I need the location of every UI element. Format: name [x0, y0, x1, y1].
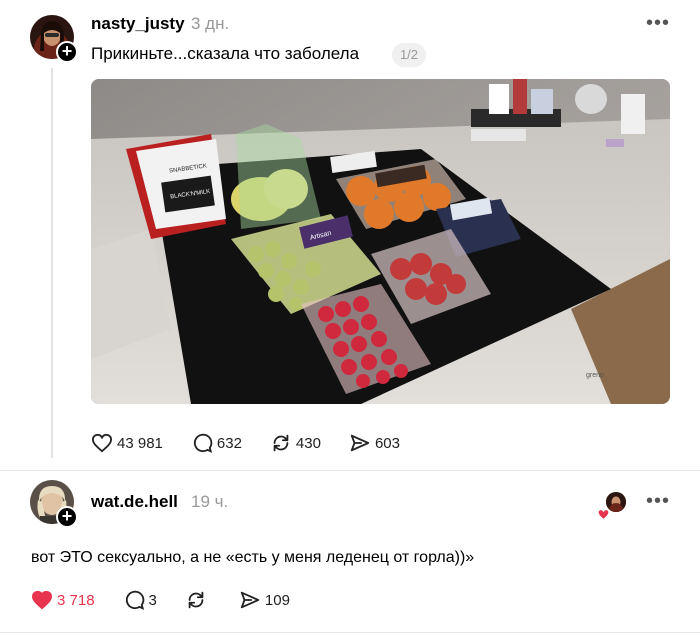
reply-shares-count: 109 — [264, 591, 290, 609]
more-options-icon[interactable]: ••• — [646, 12, 670, 35]
likes-count: 43 981 — [117, 434, 163, 452]
speech-bubble-icon — [193, 433, 213, 453]
reply-share-button[interactable]: 109 — [239, 589, 290, 611]
repost-arrows-icon — [273, 434, 289, 452]
post-time: 3 дн. — [191, 14, 230, 33]
stove-brand: greno — [586, 372, 604, 379]
reply-text: вот ЭТО сексуально, а не «есть у меня ле… — [31, 549, 475, 566]
reply-like-button[interactable]: 3 718 — [31, 590, 95, 610]
reply-more-options-icon[interactable]: ••• — [646, 490, 670, 513]
reposts-count: 430 — [295, 434, 321, 452]
bottom-divider — [0, 632, 700, 633]
comment-button[interactable]: 632 — [191, 432, 242, 454]
shares-count: 603 — [374, 434, 400, 452]
send-arrow-icon — [240, 591, 260, 609]
send-arrow-icon — [350, 434, 370, 452]
liked-heart-icon — [597, 509, 610, 521]
reply-repost-button[interactable] — [185, 589, 211, 611]
reply-follow-plus-icon[interactable]: + — [56, 506, 78, 528]
post-photo[interactable]: SNABBETICK BLACK'N'MILK Artisan greno — [91, 79, 670, 404]
heart-filled-icon — [31, 590, 53, 610]
repost-button[interactable]: 430 — [270, 432, 321, 454]
thread-line — [51, 68, 53, 458]
reply-comment-button[interactable]: 3 — [123, 589, 157, 611]
reply-author-username[interactable]: wat.de.hell — [91, 492, 178, 512]
share-button[interactable]: 603 — [349, 432, 400, 454]
image-counter: 1/2 — [392, 43, 426, 67]
reply-comments-count: 3 — [148, 591, 157, 609]
post-actions: 43 981 632 430 603 — [91, 432, 428, 454]
post-text: Прикиньте...сказала что заболела — [91, 44, 360, 63]
reply-actions: 3 718 3 109 — [31, 589, 318, 611]
author-username[interactable]: nasty_justy — [91, 14, 185, 34]
comments-count: 632 — [216, 434, 242, 452]
reply-time: 19 ч. — [191, 492, 229, 511]
like-button[interactable]: 43 981 — [91, 433, 163, 453]
reply-likes-count: 3 718 — [57, 591, 95, 609]
heart-icon — [91, 433, 113, 453]
post-divider — [0, 470, 700, 471]
repost-arrows-icon — [188, 591, 204, 609]
follow-plus-icon[interactable]: + — [56, 41, 78, 63]
speech-bubble-icon — [125, 590, 144, 610]
